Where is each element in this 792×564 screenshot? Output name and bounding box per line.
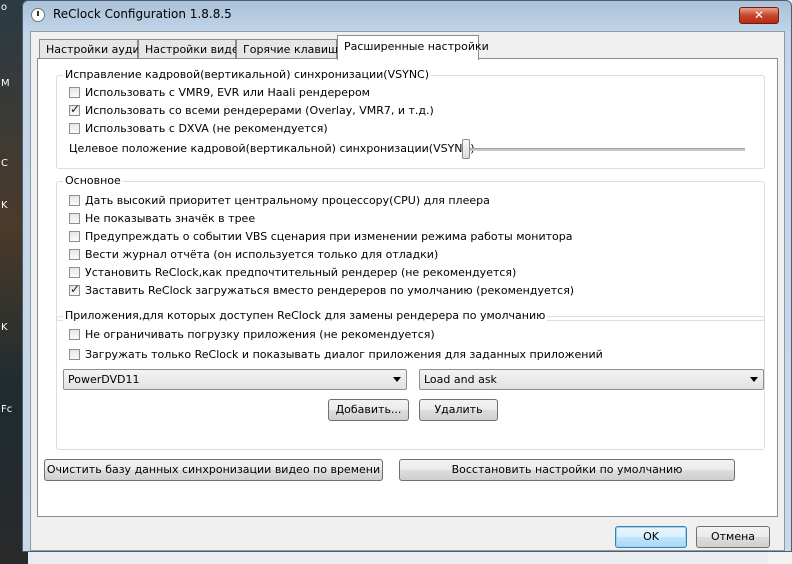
checkbox-label: Вести журнал отчёта (он используется тол… xyxy=(85,248,439,261)
debug-log-checkbox[interactable]: Вести журнал отчёта (он используется тол… xyxy=(69,247,438,263)
vsync-slider-label: Целевое положение кадровой(вертикальной)… xyxy=(69,142,475,155)
checkbox-label: Использовать со всеми рендерерами (Overl… xyxy=(85,104,434,117)
vsync-group-title: Исправление кадровой(вертикальной) синхр… xyxy=(63,68,432,81)
tab-panel-advanced: Исправление кадровой(вертикальной) синхр… xyxy=(37,58,778,517)
vsync-slider-track[interactable] xyxy=(462,148,745,151)
apps-group: Приложения,для которых доступен ReClock … xyxy=(56,309,765,450)
vsync-all-renderers-checkbox[interactable]: Использовать со всеми рендерерами (Overl… xyxy=(69,102,434,119)
checkbox-box[interactable] xyxy=(69,329,80,340)
clock-icon[interactable] xyxy=(31,8,45,22)
main-group-title: Основное xyxy=(63,174,123,187)
checkbox-label: Использовать с VMR9, EVR или Haali ренде… xyxy=(85,86,370,99)
close-button[interactable]: ✕ xyxy=(739,7,779,24)
cancel-button[interactable]: Отмена xyxy=(696,526,770,548)
checkbox-box[interactable] xyxy=(69,87,80,98)
checkbox-box[interactable] xyxy=(69,267,80,278)
checkbox-label: Заставить ReClock загружаться вместо рен… xyxy=(85,284,575,297)
checkbox-box[interactable] xyxy=(69,282,80,297)
desktop-text-fragment: C xyxy=(1,158,8,169)
preferred-renderer-checkbox[interactable]: Установить ReClock,как предпочтительный … xyxy=(69,265,516,281)
checkbox-label: Не показывать значёк в трее xyxy=(85,212,256,225)
desktop-text-fragment: o xyxy=(1,2,8,13)
checkbox-label: Загружать только ReClock и показывать ди… xyxy=(85,348,603,361)
checkbox-label: Установить ReClock,как предпочтительный … xyxy=(85,266,517,279)
config-window: ReClock Configuration 1.8.8.5 ✕ Настройк… xyxy=(22,0,792,552)
checkbox-box[interactable] xyxy=(69,349,80,360)
tab-video-settings[interactable]: Настройки видео xyxy=(138,39,245,59)
checkbox-box[interactable] xyxy=(69,102,80,117)
checkbox-box[interactable] xyxy=(69,123,80,134)
high-priority-checkbox[interactable]: Дать высокий приоритет центральному проц… xyxy=(69,193,490,209)
force-load-checkbox[interactable]: Заставить ReClock загружаться вместо рен… xyxy=(69,282,575,299)
specific-apps-checkbox[interactable]: Загружать только ReClock и показывать ди… xyxy=(69,347,603,363)
window-title: ReClock Configuration 1.8.8.5 xyxy=(53,7,232,21)
checkbox-label: Использовать с DXVA (не рекомендуется) xyxy=(85,122,328,135)
vbs-warning-checkbox[interactable]: Предупреждать о событии VBS сценария при… xyxy=(69,229,572,245)
main-group: Основное Дать высокий приоритет централь… xyxy=(56,174,765,321)
add-app-button[interactable]: Добавить... xyxy=(328,399,409,421)
desktop-text-fragment: M xyxy=(1,78,10,89)
hide-tray-icon-checkbox[interactable]: Не показывать значёк в трее xyxy=(69,211,255,227)
checkbox-label: Не ограничивать погрузку приложения (не … xyxy=(85,328,435,341)
application-select-value: PowerDVD11 xyxy=(68,373,140,386)
action-select[interactable]: Load and ask xyxy=(419,369,764,390)
chevron-down-icon[interactable] xyxy=(750,377,758,382)
vsync-dxva-checkbox[interactable]: Использовать с DXVA (не рекомендуется) xyxy=(69,121,328,137)
vsync-slider-thumb[interactable] xyxy=(462,139,470,159)
vsync-vmr9-checkbox[interactable]: Использовать с VMR9, EVR или Haali ренде… xyxy=(69,85,370,101)
tab-hotkeys[interactable]: Горячие клавиши xyxy=(236,39,345,59)
no-limit-checkbox[interactable]: Не ограничивать погрузку приложения (не … xyxy=(69,327,435,343)
desktop-text-fragment: K xyxy=(1,322,8,333)
checkbox-label: Предупреждать о событии VBS сценария при… xyxy=(85,230,573,243)
checkbox-box[interactable] xyxy=(69,231,80,242)
chevron-down-icon[interactable] xyxy=(393,377,401,382)
checkbox-box[interactable] xyxy=(69,249,80,260)
checkbox-label: Дать высокий приоритет центральному проц… xyxy=(85,194,490,207)
checkbox-box[interactable] xyxy=(69,195,80,206)
background-taskbar-strip xyxy=(28,550,768,564)
desktop-text-fragment: K xyxy=(1,200,8,211)
vsync-group: Исправление кадровой(вертикальной) синхр… xyxy=(56,68,765,169)
checkbox-box[interactable] xyxy=(69,213,80,224)
apps-group-title: Приложения,для которых доступен ReClock … xyxy=(63,309,548,322)
tab-audio-settings[interactable]: Настройки аудио xyxy=(39,39,146,59)
tab-advanced-settings[interactable]: Расширенные настройки xyxy=(337,35,489,60)
application-select[interactable]: PowerDVD11 xyxy=(63,369,407,390)
ok-button[interactable]: OK xyxy=(615,526,687,548)
title-bar[interactable]: ReClock Configuration 1.8.8.5 ✕ xyxy=(23,1,791,29)
action-select-value: Load and ask xyxy=(424,373,497,386)
restore-defaults-button[interactable]: Восстановить настройки по умолчанию xyxy=(399,459,735,481)
clear-sync-db-button[interactable]: Очистить базу данных синхронизации видео… xyxy=(44,459,383,481)
remove-app-button[interactable]: Удалить xyxy=(419,399,498,421)
dialog-client: Настройки аудио Настройки видео Горячие … xyxy=(30,31,785,551)
desktop-text-fragment: Fc xyxy=(1,404,13,415)
